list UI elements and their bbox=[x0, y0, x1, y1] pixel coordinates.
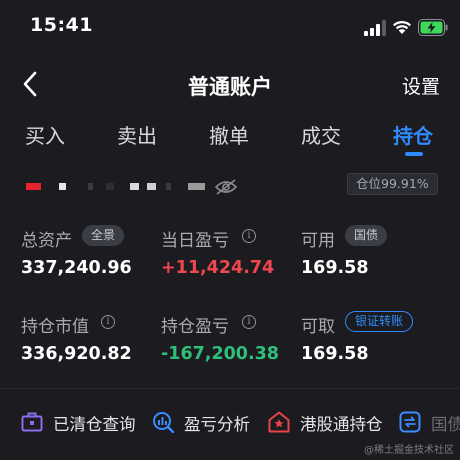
available-label: 可用 bbox=[301, 231, 335, 251]
tab-buy[interactable]: 买入 bbox=[25, 120, 65, 149]
withdrawable-value: 169.58 bbox=[301, 344, 369, 364]
eye-visibility-icon[interactable] bbox=[214, 178, 238, 196]
watermark: @稀土掘金技术社区 bbox=[364, 445, 454, 456]
total-assets-value: 337,240.96 bbox=[21, 258, 132, 278]
active-tab-indicator bbox=[405, 152, 423, 156]
position-pnl-value: -167,200.38 bbox=[161, 344, 279, 364]
total-assets-label: 总资产 bbox=[21, 231, 72, 251]
shortcut-label: 已清仓查询 bbox=[53, 415, 136, 434]
status-time: 15:41 bbox=[30, 14, 93, 36]
status-bar: 15:41 bbox=[0, 0, 460, 56]
tab-sell[interactable]: 卖出 bbox=[117, 120, 157, 149]
trade-tabs: 买入 卖出 撤单 成交 持仓 bbox=[0, 120, 460, 164]
market-value-label: 持仓市值 bbox=[21, 317, 89, 337]
withdrawable-label: 可取 bbox=[301, 317, 335, 337]
page-title: 普通账户 bbox=[188, 75, 272, 99]
shortcut-label: 盈亏分析 bbox=[184, 415, 250, 434]
battery-charging-icon bbox=[418, 19, 448, 36]
tab-filled[interactable]: 成交 bbox=[301, 120, 341, 149]
chart-search-icon bbox=[153, 412, 174, 433]
hk-stock-icon bbox=[268, 411, 290, 433]
settings-button[interactable]: 设置 bbox=[402, 72, 440, 99]
treasury-bond-tag[interactable]: 国债 bbox=[345, 225, 388, 246]
nav-bar: 普通账户 设置 bbox=[0, 60, 460, 106]
tab-holdings[interactable]: 持仓 bbox=[393, 120, 433, 149]
available-value: 169.58 bbox=[301, 258, 369, 278]
shortcut-label: 港股通持仓 bbox=[300, 415, 383, 434]
bank-transfer-button[interactable]: 银证转账 bbox=[345, 311, 414, 332]
tab-cancel-order[interactable]: 撤单 bbox=[209, 120, 249, 149]
info-icon[interactable]: i bbox=[242, 315, 256, 329]
account-id-row: 仓位99.91% bbox=[0, 170, 460, 200]
daily-pnl-label: 当日盈亏 bbox=[161, 231, 229, 251]
position-pnl-label: 持仓盈亏 bbox=[161, 317, 229, 337]
swap-icon bbox=[399, 411, 421, 433]
divider bbox=[0, 388, 460, 389]
wifi-icon bbox=[393, 20, 411, 34]
info-icon[interactable]: i bbox=[101, 315, 115, 329]
cellular-signal-icon bbox=[364, 20, 386, 36]
overview-tag[interactable]: 全景 bbox=[82, 225, 125, 246]
shortcut-label: 国债 bbox=[431, 415, 460, 434]
market-value-value: 336,920.82 bbox=[21, 344, 132, 364]
info-icon[interactable]: i bbox=[242, 229, 256, 243]
position-ratio-badge: 仓位99.91% bbox=[347, 173, 438, 195]
daily-pnl-value: +11,424.74 bbox=[161, 258, 275, 278]
briefcase-icon bbox=[21, 412, 43, 432]
